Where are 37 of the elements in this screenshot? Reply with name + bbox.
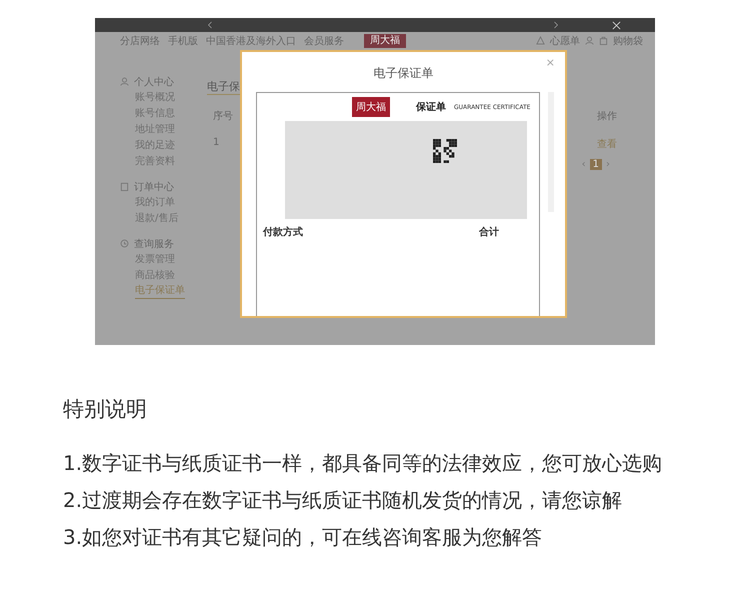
sidebar-heading: 查询服务 bbox=[134, 238, 174, 250]
payment-label: 付款方式 bbox=[263, 225, 303, 239]
close-button[interactable]: × bbox=[546, 56, 555, 69]
brand-logo: 周大福 bbox=[352, 97, 390, 117]
nav-link[interactable]: 中国香港及海外入口 bbox=[206, 34, 296, 48]
notes-heading: 特别说明 bbox=[63, 396, 148, 423]
qr-code-icon bbox=[433, 139, 457, 163]
user-icon[interactable] bbox=[585, 36, 594, 45]
user-icon bbox=[120, 77, 129, 86]
brand-logo[interactable]: 周大福 bbox=[364, 34, 406, 48]
total-label: 合计 bbox=[479, 226, 499, 239]
column-header: 操作 bbox=[597, 110, 617, 123]
next-page-button[interactable]: › bbox=[606, 159, 610, 170]
header-link[interactable]: 购物袋 bbox=[613, 34, 643, 48]
certificate-title: 保证单 bbox=[416, 100, 446, 114]
note-text: 3.如您对证书有其它疑问的，可在线咨询客服为您解答 bbox=[63, 524, 544, 551]
note-text: 1.数字证书与纸质证书一样，都具备同等的法律效应，您可放心选购 bbox=[63, 450, 664, 477]
table-cell-text: 1 bbox=[213, 137, 220, 150]
header-link[interactable]: 心愿单 bbox=[550, 34, 580, 48]
sidebar-item[interactable]: 电子保证单 bbox=[135, 284, 185, 299]
modal-title: 电子保证单 bbox=[374, 66, 434, 80]
nav-link[interactable]: 会员服务 bbox=[304, 34, 344, 48]
clipboard-icon bbox=[120, 182, 129, 191]
page-button[interactable]: 1 bbox=[590, 159, 602, 170]
note-text: 2.过渡期会存在数字证书与纸质证书随机发货的情况，请您谅解 bbox=[63, 487, 624, 514]
view-link[interactable]: 查看 bbox=[597, 137, 617, 151]
bag-icon[interactable] bbox=[599, 36, 608, 45]
triangle-icon[interactable] bbox=[536, 36, 545, 45]
chevron-right-icon[interactable] bbox=[553, 21, 559, 29]
column-header: 序号 bbox=[213, 110, 233, 123]
sidebar-heading: 订单中心 bbox=[134, 180, 174, 194]
sidebar-heading: 个人中心 bbox=[134, 76, 174, 88]
close-icon[interactable] bbox=[612, 20, 621, 30]
nav-link[interactable]: 分店网络 bbox=[120, 34, 160, 48]
nav-link[interactable]: 手机版 bbox=[168, 34, 198, 48]
chevron-left-icon[interactable] bbox=[207, 21, 213, 29]
prev-page-button[interactable]: ‹ bbox=[582, 159, 586, 170]
